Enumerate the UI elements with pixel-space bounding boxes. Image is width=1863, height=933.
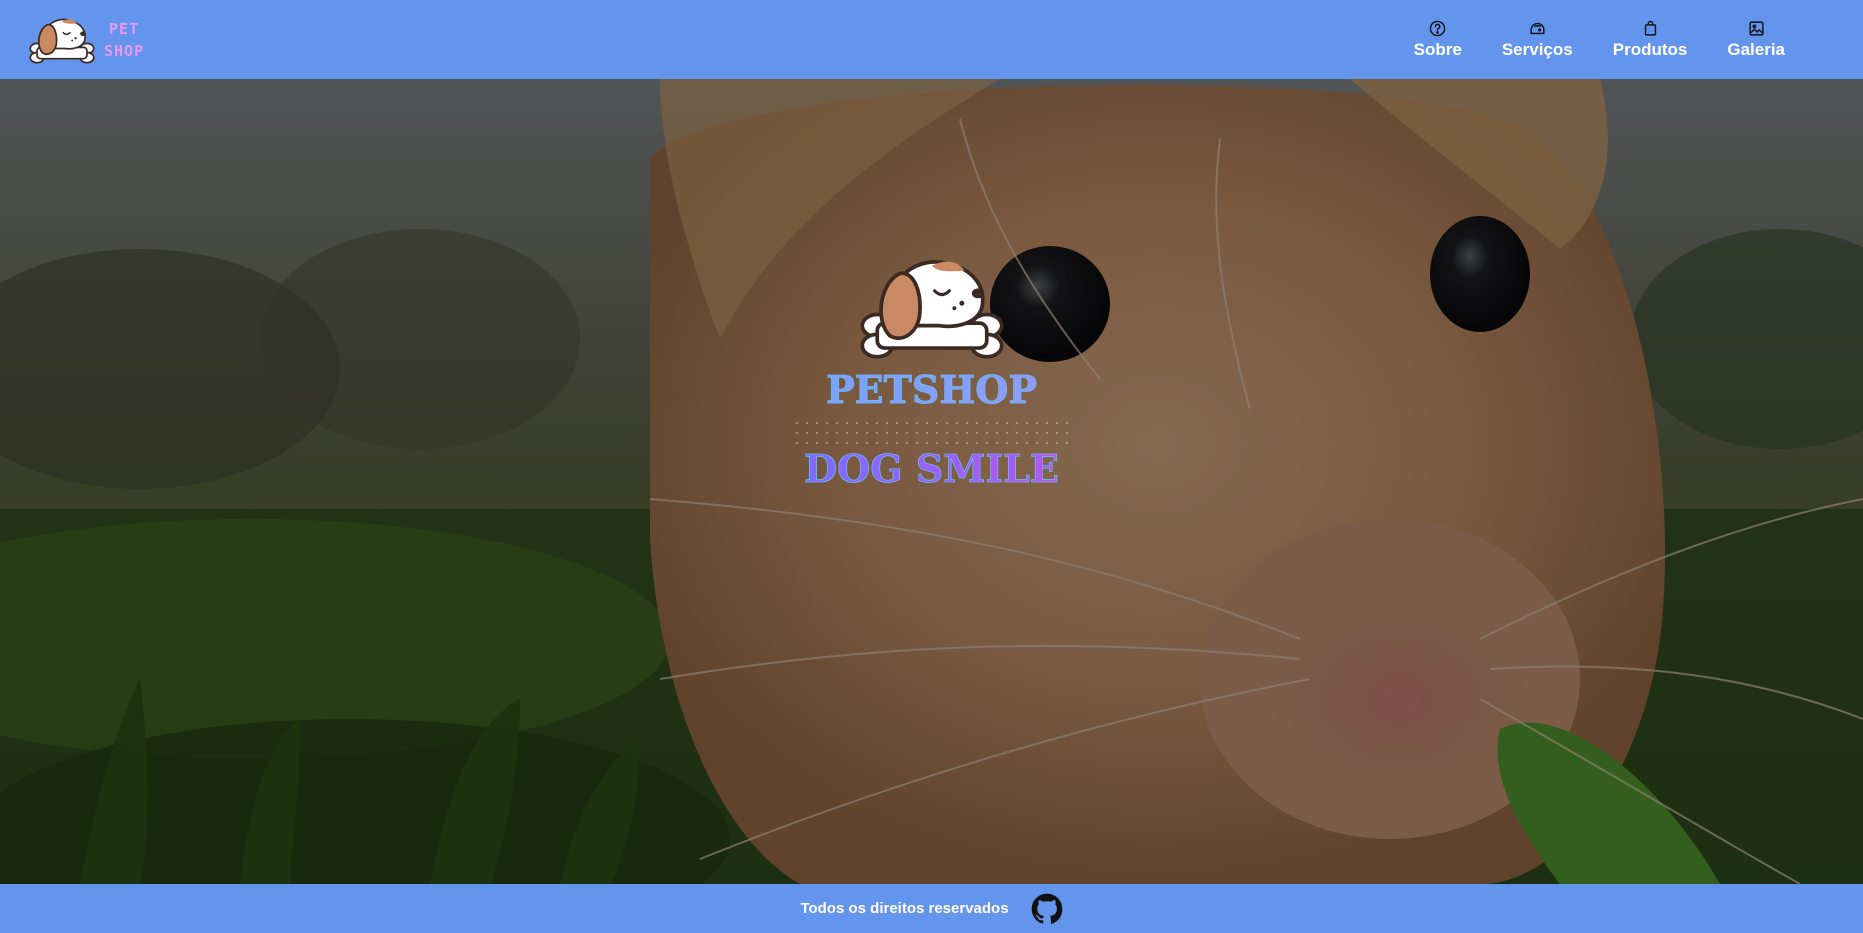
nav-item-galeria[interactable]: Galeria [1707, 20, 1805, 60]
github-icon[interactable] [1031, 893, 1063, 925]
image-icon [1749, 20, 1764, 36]
site-footer: Todos os direitos reservados [0, 884, 1863, 933]
brand-line-2: SHOP [104, 41, 145, 60]
site-header: PET SHOP Sobre Serviços Produtos Galeria [0, 0, 1863, 79]
brand[interactable]: PET SHOP [28, 14, 144, 66]
hero-title: PETSHOP [826, 367, 1037, 413]
dotted-divider [791, 418, 1072, 448]
brand-line-1: PET [109, 19, 140, 38]
nav-item-servicos[interactable]: Serviços [1482, 20, 1593, 60]
shopping-bag-icon [1644, 20, 1656, 36]
nav-label: Galeria [1727, 39, 1785, 59]
copyright-text: Todos os direitos reservados [800, 900, 1009, 917]
hero-content: PETSHOP DOG SMILE [0, 79, 1863, 491]
nav-label: Sobre [1413, 39, 1462, 59]
nav-item-sobre[interactable]: Sobre [1394, 20, 1482, 60]
nav-label: Serviços [1501, 39, 1573, 59]
question-circle-icon [1429, 20, 1446, 36]
nav-item-produtos[interactable]: Produtos [1593, 20, 1708, 60]
sleeping-dog-with-bone-icon [859, 260, 1004, 359]
main-nav: Sobre Serviços Produtos Galeria [1394, 20, 1805, 60]
hero-subtitle: DOG SMILE [804, 446, 1059, 492]
sleeping-dog-with-bone-icon [29, 18, 95, 64]
brand-name: PET SHOP [104, 18, 144, 62]
pet-service-icon [1530, 22, 1545, 34]
hero-section: PETSHOP DOG SMILE [0, 79, 1863, 884]
nav-label: Produtos [1612, 39, 1688, 59]
